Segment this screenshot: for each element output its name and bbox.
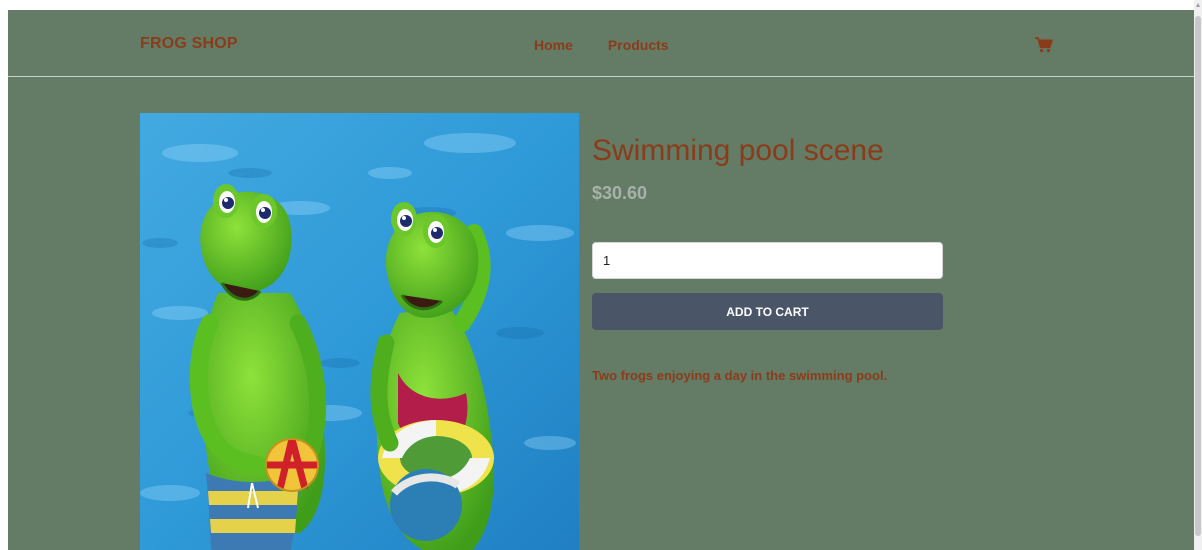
quantity-input[interactable]	[592, 242, 943, 279]
page: FROG SHOP Home Products Swimming pool sc…	[8, 10, 1194, 550]
top-navbar: FROG SHOP Home Products	[8, 10, 1194, 77]
vertical-scrollbar[interactable]	[1194, 0, 1202, 550]
shopping-cart-icon[interactable]	[1034, 37, 1053, 53]
brand-logo[interactable]: FROG SHOP	[140, 35, 238, 53]
product-title: Swimming pool scene	[592, 134, 884, 167]
product-description: Two frogs enjoying a day in the swimming…	[592, 368, 888, 383]
nav-links: Home Products	[534, 37, 669, 53]
scroll-up-arrow-icon[interactable]	[1196, 3, 1200, 7]
product-image	[140, 113, 579, 550]
scrollbar-thumb[interactable]	[1195, 16, 1201, 536]
product-price: $30.60	[592, 183, 648, 203]
nav-link-home[interactable]: Home	[534, 37, 573, 53]
nav-link-products[interactable]: Products	[608, 37, 669, 53]
add-to-cart-button[interactable]: ADD TO CART	[592, 293, 943, 330]
